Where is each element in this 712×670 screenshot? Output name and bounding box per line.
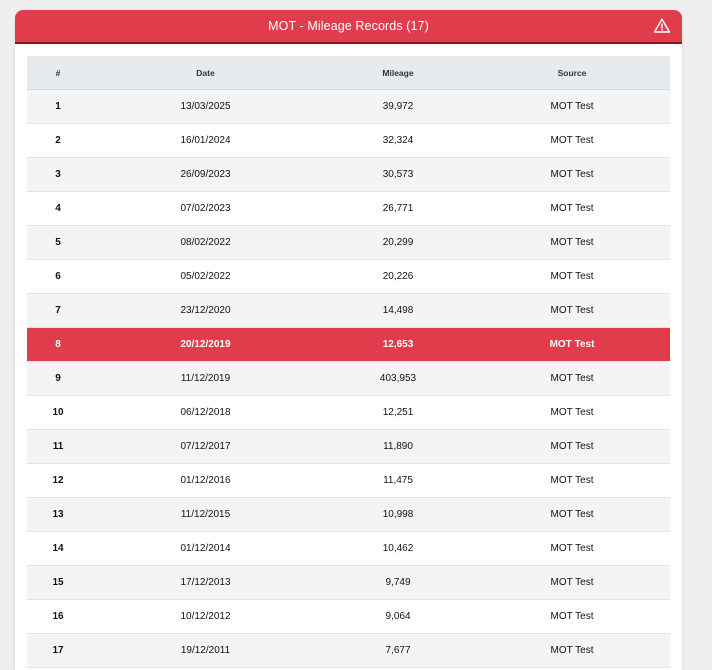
date-cell: 11/12/2015 [89, 497, 322, 532]
source-cell: MOT Test [474, 633, 670, 668]
date-cell: 20/12/2019 [89, 327, 322, 362]
source-cell: MOT Test [474, 191, 670, 226]
row-number-cell: 5 [27, 225, 89, 260]
row-number-cell: 7 [27, 293, 89, 328]
table-row: 15 17/12/2013 9,749 MOT Test [27, 565, 670, 600]
date-cell: 16/01/2024 [89, 123, 322, 158]
source-cell: MOT Test [474, 497, 670, 532]
column-header-date: Date [89, 56, 322, 90]
source-cell: MOT Test [474, 463, 670, 498]
date-cell: 11/12/2019 [89, 361, 322, 396]
date-cell: 23/12/2020 [89, 293, 322, 328]
table-row: 11 07/12/2017 11,890 MOT Test [27, 429, 670, 464]
mileage-cell: 10,998 [322, 497, 474, 532]
mileage-cell: 403,953 [322, 361, 474, 396]
source-cell: MOT Test [474, 395, 670, 430]
mileage-cell: 9,064 [322, 599, 474, 634]
date-cell: 05/02/2022 [89, 259, 322, 294]
row-number-cell: 1 [27, 89, 89, 124]
source-cell: MOT Test [474, 225, 670, 260]
mileage-cell: 14,498 [322, 293, 474, 328]
source-cell: MOT Test [474, 293, 670, 328]
mileage-cell: 20,299 [322, 225, 474, 260]
table-row: 12 01/12/2016 11,475 MOT Test [27, 463, 670, 498]
date-cell: 10/12/2012 [89, 599, 322, 634]
table-row: 16 10/12/2012 9,064 MOT Test [27, 599, 670, 634]
row-number-cell: 13 [27, 497, 89, 532]
mileage-cell: 26,771 [322, 191, 474, 226]
source-cell: MOT Test [474, 157, 670, 192]
mileage-cell: 9,749 [322, 565, 474, 600]
date-cell: 26/09/2023 [89, 157, 322, 192]
mileage-cell: 10,462 [322, 531, 474, 566]
mileage-cell: 11,475 [322, 463, 474, 498]
warning-triangle-icon[interactable] [653, 17, 671, 35]
table-row: 17 19/12/2011 7,677 MOT Test [27, 633, 670, 668]
date-cell: 08/02/2022 [89, 225, 322, 260]
date-cell: 01/12/2014 [89, 531, 322, 566]
table-row: 6 05/02/2022 20,226 MOT Test [27, 259, 670, 294]
row-number-cell: 15 [27, 565, 89, 600]
table-row: 4 07/02/2023 26,771 MOT Test [27, 191, 670, 226]
table-row: 13 11/12/2015 10,998 MOT Test [27, 497, 670, 532]
card-header: MOT - Mileage Records (17) [15, 10, 682, 44]
row-number-cell: 12 [27, 463, 89, 498]
row-number-cell: 17 [27, 633, 89, 668]
date-cell: 06/12/2018 [89, 395, 322, 430]
mileage-records-card: MOT - Mileage Records (17) # Date Mileag… [15, 10, 682, 670]
table-row: 10 06/12/2018 12,251 MOT Test [27, 395, 670, 430]
date-cell: 07/02/2023 [89, 191, 322, 226]
mileage-cell: 12,653 [322, 327, 474, 362]
table-row: 8 20/12/2019 12,653 MOT Test [27, 327, 670, 362]
column-header-mileage: Mileage [322, 56, 474, 90]
row-number-cell: 2 [27, 123, 89, 158]
mileage-cell: 39,972 [322, 89, 474, 124]
card-title: MOT - Mileage Records (17) [268, 19, 429, 33]
mileage-cell: 32,324 [322, 123, 474, 158]
source-cell: MOT Test [474, 599, 670, 634]
row-number-cell: 10 [27, 395, 89, 430]
source-cell: MOT Test [474, 89, 670, 124]
table-body: 1 13/03/2025 39,972 MOT Test 2 16/01/2024 32,3… [27, 89, 670, 668]
table-header-row: # Date Mileage Source [27, 56, 670, 90]
row-number-cell: 3 [27, 157, 89, 192]
source-cell: MOT Test [474, 429, 670, 464]
table-row: 7 23/12/2020 14,498 MOT Test [27, 293, 670, 328]
date-cell: 17/12/2013 [89, 565, 322, 600]
row-number-cell: 8 [27, 327, 89, 362]
row-number-cell: 6 [27, 259, 89, 294]
table-row: 2 16/01/2024 32,324 MOT Test [27, 123, 670, 158]
table-row: 3 26/09/2023 30,573 MOT Test [27, 157, 670, 192]
source-cell: MOT Test [474, 123, 670, 158]
row-number-cell: 4 [27, 191, 89, 226]
row-number-cell: 14 [27, 531, 89, 566]
date-cell: 19/12/2011 [89, 633, 322, 668]
source-cell: MOT Test [474, 361, 670, 396]
date-cell: 07/12/2017 [89, 429, 322, 464]
column-header-source: Source [474, 56, 670, 90]
mileage-cell: 7,677 [322, 633, 474, 668]
date-cell: 13/03/2025 [89, 89, 322, 124]
source-cell: MOT Test [474, 565, 670, 600]
table-row: 14 01/12/2014 10,462 MOT Test [27, 531, 670, 566]
table-row: 9 11/12/2019 403,953 MOT Test [27, 361, 670, 396]
row-number-cell: 11 [27, 429, 89, 464]
table-row: 5 08/02/2022 20,299 MOT Test [27, 225, 670, 260]
mileage-table: # Date Mileage Source 1 13/03/2025 39,972 M… [27, 56, 670, 668]
column-header-number: # [27, 56, 89, 90]
source-cell: MOT Test [474, 531, 670, 566]
mileage-cell: 20,226 [322, 259, 474, 294]
row-number-cell: 9 [27, 361, 89, 396]
mileage-cell: 30,573 [322, 157, 474, 192]
table-row: 1 13/03/2025 39,972 MOT Test [27, 89, 670, 124]
mileage-cell: 11,890 [322, 429, 474, 464]
mileage-cell: 12,251 [322, 395, 474, 430]
source-cell: MOT Test [474, 327, 670, 362]
row-number-cell: 16 [27, 599, 89, 634]
source-cell: MOT Test [474, 259, 670, 294]
date-cell: 01/12/2016 [89, 463, 322, 498]
mileage-table-container: # Date Mileage Source 1 13/03/2025 39,972 M… [27, 56, 670, 668]
